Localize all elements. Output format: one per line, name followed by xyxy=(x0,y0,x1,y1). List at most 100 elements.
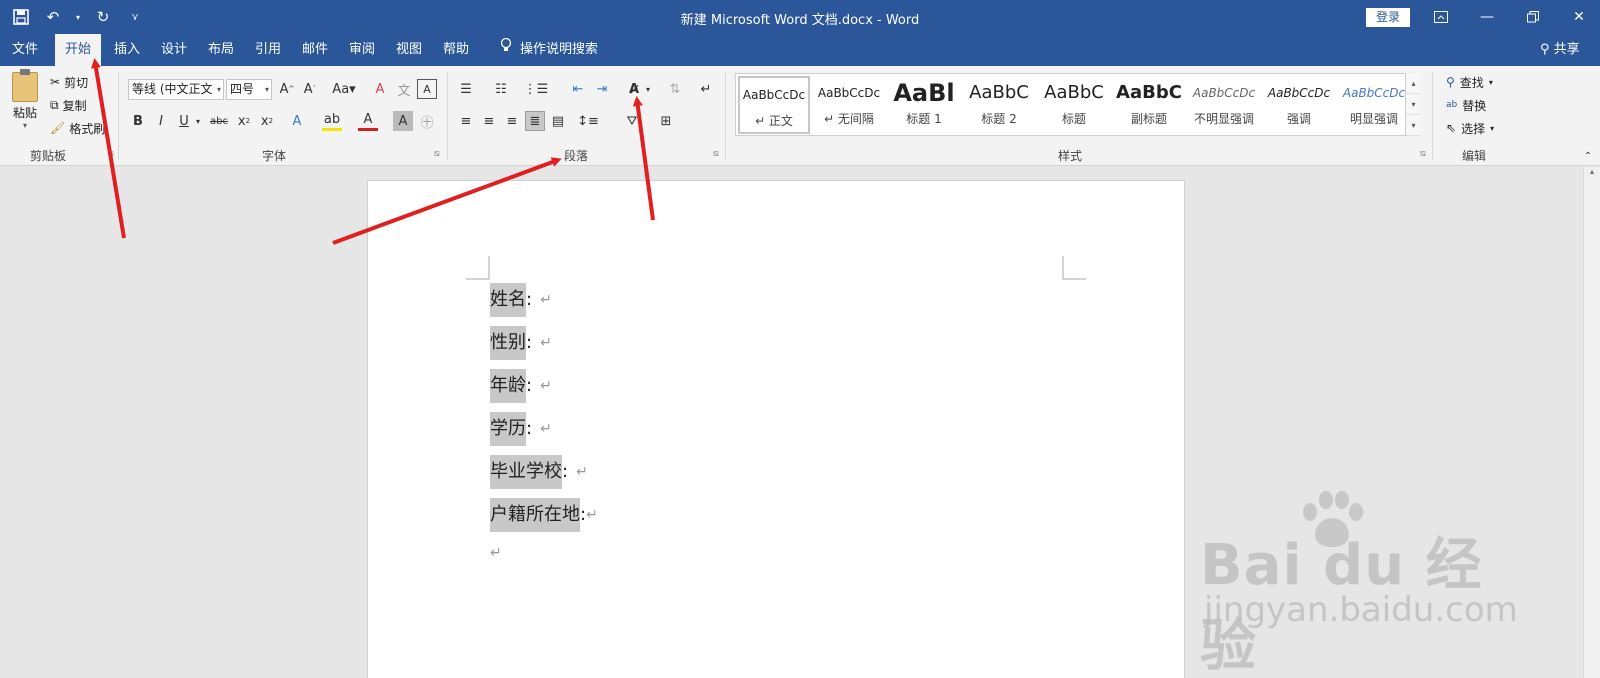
decrease-indent-icon[interactable]: ⇤ xyxy=(568,79,588,99)
font-size-select[interactable]: 四号 ▾ xyxy=(226,79,272,100)
cut-label: 剪切 xyxy=(64,75,89,90)
grow-font-icon[interactable]: A ^ xyxy=(277,79,297,99)
text-effects-icon[interactable]: A xyxy=(287,111,307,131)
subscript-icon[interactable]: x2 xyxy=(234,111,254,131)
tab-home[interactable]: 开始 xyxy=(55,34,102,66)
shrink-font-icon[interactable]: Aˇ xyxy=(300,79,320,99)
justify-icon[interactable]: ≣ xyxy=(525,111,545,131)
style-subtitle[interactable]: AaBbC 副标题 xyxy=(1113,76,1185,134)
show-marks-icon[interactable]: ↵ xyxy=(696,79,716,99)
borders-icon[interactable]: ⊞ xyxy=(656,111,676,131)
colon: : xyxy=(526,332,533,353)
tab-mailings[interactable]: 邮件 xyxy=(292,34,338,66)
style-intense-emphasis[interactable]: AaBbCcDc 明显强调 xyxy=(1338,76,1410,134)
increase-indent-icon[interactable]: ⇥ xyxy=(592,79,612,99)
replace-button[interactable]: ab 替换 xyxy=(1446,94,1486,116)
style-heading-2[interactable]: AaBbC 标题 2 xyxy=(963,76,1035,134)
collapse-ribbon-icon[interactable]: ⌃ xyxy=(1578,146,1598,166)
phonetic-guide-icon[interactable]: 文 xyxy=(394,79,414,99)
scroll-up-icon[interactable]: ▴ xyxy=(1406,73,1421,94)
ribbon-display-options-icon[interactable] xyxy=(1418,5,1464,29)
character-border-icon[interactable]: A xyxy=(417,79,437,99)
vertical-scrollbar[interactable]: ▴ xyxy=(1583,167,1600,678)
tab-references[interactable]: 引用 xyxy=(245,34,291,66)
chinese-layout-icon[interactable]: A̷ xyxy=(624,79,644,99)
gallery-more-icon[interactable]: ▾ xyxy=(1406,115,1421,136)
tab-review[interactable]: 审阅 xyxy=(339,34,385,66)
superscript-icon[interactable]: x2 xyxy=(257,111,277,131)
styles-gallery-scroll: ▴ ▾ ▾ xyxy=(1405,73,1421,136)
distributed-icon[interactable]: ▤ xyxy=(548,111,568,131)
italic-icon[interactable]: I xyxy=(151,111,171,131)
font-color-icon[interactable]: A xyxy=(358,111,378,131)
document-line[interactable]: 户籍所在地: ↵ xyxy=(490,498,598,532)
underline-dropdown-icon[interactable]: ▾ xyxy=(193,111,203,131)
document-line[interactable]: 毕业学校: ↵ xyxy=(490,455,588,489)
clipboard-launcher-icon[interactable]: ⧅ xyxy=(108,149,114,159)
group-divider xyxy=(447,72,448,160)
minimize-icon[interactable]: — xyxy=(1464,5,1510,29)
align-left-icon[interactable]: ≡ xyxy=(456,111,476,131)
style-heading-1[interactable]: AaBl 标题 1 xyxy=(888,76,960,134)
tell-me-search[interactable]: 操作说明搜索 xyxy=(500,34,598,66)
styles-gallery: AaBbCcDc ↵ 正文 AaBbCcDc ↵ 无间隔 AaBl 标题 1 A… xyxy=(735,73,1420,136)
copy-button[interactable]: ⧉ 复制 xyxy=(50,95,87,115)
tab-design[interactable]: 设计 xyxy=(151,34,197,66)
style-normal[interactable]: AaBbCcDc ↵ 正文 xyxy=(738,76,810,134)
scroll-up-icon[interactable]: ▴ xyxy=(1584,167,1600,176)
strikethrough-icon[interactable]: abc xyxy=(209,111,229,131)
underline-icon[interactable]: U xyxy=(174,111,194,131)
select-label: 选择 xyxy=(1461,121,1486,136)
highlight-color-icon[interactable]: ab xyxy=(322,111,342,131)
font-launcher-icon[interactable]: ⧅ xyxy=(434,149,440,159)
brush-icon: 🖌 xyxy=(50,121,66,135)
paste-button[interactable]: 粘贴 ▾ xyxy=(8,69,42,130)
replace-icon: ab xyxy=(1446,100,1458,110)
style-title[interactable]: AaBbC 标题 xyxy=(1038,76,1110,134)
tab-help[interactable]: 帮助 xyxy=(433,34,479,66)
chevron-down-icon: ▾ xyxy=(1488,77,1493,87)
tab-layout[interactable]: 布局 xyxy=(198,34,244,66)
change-case-icon[interactable]: Aa▾ xyxy=(330,79,358,99)
cut-button[interactable]: ✂ 剪切 xyxy=(50,72,88,92)
style-no-spacing[interactable]: AaBbCcDc ↵ 无间隔 xyxy=(813,76,885,134)
tab-file[interactable]: 文件 xyxy=(2,34,48,66)
font-name-value: 等线 (中文正文 xyxy=(132,82,213,96)
align-center-icon[interactable]: ≡ xyxy=(479,111,499,131)
styles-launcher-icon[interactable]: ⧅ xyxy=(1420,149,1426,159)
align-right-icon[interactable]: ≡ xyxy=(502,111,522,131)
search-icon: ⚲ xyxy=(1446,75,1455,89)
document-line[interactable]: 性别: ↵ xyxy=(490,326,552,360)
document-line[interactable]: 年龄: ↵ xyxy=(490,369,552,403)
tab-view[interactable]: 视图 xyxy=(386,34,432,66)
font-name-select[interactable]: 等线 (中文正文 ▾ xyxy=(128,79,224,100)
enclose-characters-icon[interactable]: ㊉ xyxy=(417,111,437,131)
share-button[interactable]: ⚲ 共享 xyxy=(1540,34,1580,66)
login-button[interactable]: 登录 xyxy=(1366,8,1410,27)
format-painter-button[interactable]: 🖌 格式刷 xyxy=(50,118,105,138)
bold-icon[interactable]: B xyxy=(128,111,148,131)
shading-icon[interactable]: ⛛ xyxy=(622,111,642,131)
style-emphasis[interactable]: AaBbCcDc 强调 xyxy=(1263,76,1335,134)
paste-dropdown-icon: ▾ xyxy=(22,121,27,130)
paragraph-launcher-icon[interactable]: ⧅ xyxy=(713,149,719,159)
document-line[interactable]: 学历: ↵ xyxy=(490,412,552,446)
sort-icon[interactable]: ⇅ xyxy=(665,79,685,99)
line-spacing-icon[interactable]: ↕≡ xyxy=(577,111,599,131)
style-subtle-emphasis[interactable]: AaBbCcDc 不明显强调 xyxy=(1188,76,1260,134)
find-button[interactable]: ⚲ 查找 ▾ xyxy=(1446,71,1493,93)
clear-formatting-icon[interactable]: A xyxy=(370,79,390,99)
bullets-icon[interactable]: ☰ xyxy=(456,79,476,99)
close-icon[interactable]: ✕ xyxy=(1556,5,1600,29)
restore-icon[interactable] xyxy=(1510,5,1556,29)
document-line[interactable]: 姓名: ↵ xyxy=(490,283,552,317)
character-shading-icon[interactable]: A xyxy=(393,111,413,131)
style-name: 标题 2 xyxy=(981,112,1017,126)
chinese-layout-dropdown-icon[interactable]: ▾ xyxy=(643,79,653,99)
scroll-down-icon[interactable]: ▾ xyxy=(1406,94,1421,115)
numbering-icon[interactable]: ☷ xyxy=(491,79,511,99)
multilevel-list-icon[interactable]: ⋮☰ xyxy=(524,79,549,99)
select-button[interactable]: ⇖ 选择 ▾ xyxy=(1446,117,1494,139)
tab-insert[interactable]: 插入 xyxy=(104,34,150,66)
clipboard-icon xyxy=(12,69,38,102)
